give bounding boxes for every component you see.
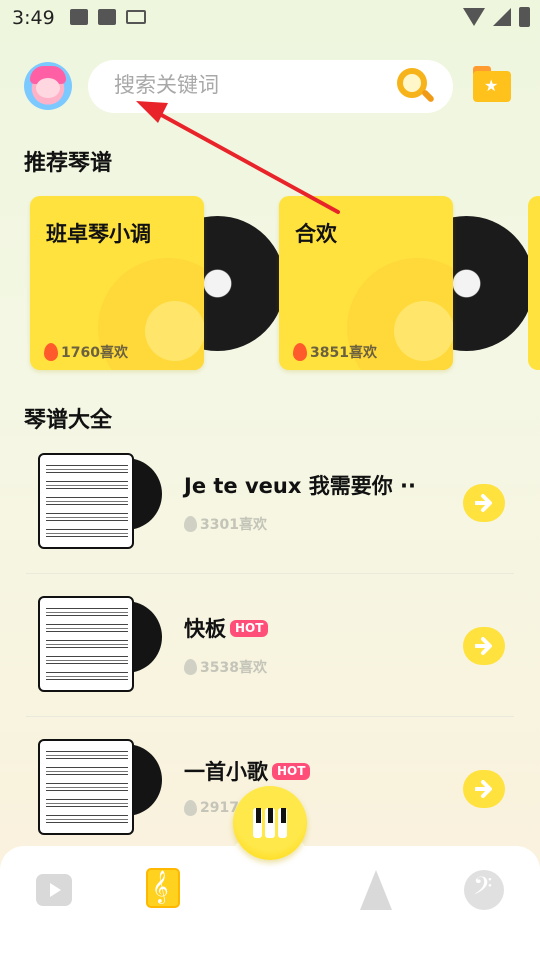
bottom-nav: 𝄞 𝄢 xyxy=(0,826,540,960)
sheet-music-thumbnail xyxy=(38,596,134,692)
card-title: 合欢 xyxy=(295,222,337,246)
recommended-card[interactable]: 班卓琴小调 1760喜欢 xyxy=(30,196,285,372)
hot-badge: HOT xyxy=(272,762,311,780)
recommended-section-title: 推荐琴谱 xyxy=(24,151,113,176)
flame-icon xyxy=(44,343,58,361)
flame-icon xyxy=(293,343,307,361)
battery-icon xyxy=(519,7,530,27)
folder-star-icon[interactable]: ★ xyxy=(473,66,511,102)
score-title-text: Je te veux 我需要你 ·· xyxy=(184,474,416,498)
hot-badge: HOT xyxy=(230,619,269,637)
signal-icon xyxy=(493,8,511,26)
bass-clef-icon[interactable]: 𝄢 xyxy=(464,868,508,912)
recommended-card-peek[interactable] xyxy=(528,196,540,370)
flame-icon xyxy=(184,659,197,675)
flame-icon xyxy=(184,516,197,532)
music-score-book-icon[interactable]: 𝄞 xyxy=(144,868,188,912)
list-item[interactable]: 快板 HOT 3538喜欢 xyxy=(0,583,540,723)
score-title: Je te veux 我需要你 ·· xyxy=(184,470,416,500)
recommended-card[interactable]: 合欢 3851喜欢 xyxy=(279,196,534,372)
score-likes: 3538喜欢 xyxy=(184,657,267,677)
metronome-icon[interactable] xyxy=(356,868,400,912)
arrow-right-icon xyxy=(475,494,492,512)
video-play-icon[interactable] xyxy=(34,868,78,912)
score-title-text: 一首小歌 xyxy=(184,760,268,784)
search-input[interactable] xyxy=(114,73,384,97)
open-score-button[interactable] xyxy=(463,627,505,665)
avatar-face xyxy=(36,78,60,98)
sheet-music-thumbnail xyxy=(38,739,134,835)
list-item[interactable]: Je te veux 我需要你 ·· 3301喜欢 xyxy=(0,440,540,580)
avatar[interactable] xyxy=(24,62,72,110)
card-likes-count: 3851喜欢 xyxy=(310,345,377,361)
card-likes-count: 1760喜欢 xyxy=(61,345,128,361)
arrow-right-icon xyxy=(475,780,492,798)
flame-icon xyxy=(184,800,197,816)
wifi-icon xyxy=(463,8,485,26)
recommended-list: 班卓琴小调 1760喜欢 合欢 3851喜欢 xyxy=(30,196,540,374)
score-likes: 3301喜欢 xyxy=(184,514,267,534)
card-likes: 3851喜欢 xyxy=(293,342,377,362)
score-likes-count: 3538喜欢 xyxy=(200,660,267,676)
divider xyxy=(26,716,514,717)
score-likes: 2917 xyxy=(184,800,239,816)
score-likes-count: 3301喜欢 xyxy=(200,517,267,533)
score-title: 快板 HOT xyxy=(184,613,269,643)
card-title: 班卓琴小调 xyxy=(46,222,151,246)
status-time: 3:49 xyxy=(12,7,55,29)
divider xyxy=(26,573,514,574)
open-score-button[interactable] xyxy=(463,484,505,522)
status-bar: 3:49 xyxy=(0,0,540,36)
card-likes: 1760喜欢 xyxy=(44,342,128,362)
library-section-title: 琴谱大全 xyxy=(24,408,113,433)
piano-keys-icon[interactable] xyxy=(233,786,307,860)
open-score-button[interactable] xyxy=(463,770,505,808)
score-title-text: 快板 xyxy=(184,617,226,641)
sheet-music-thumbnail xyxy=(38,453,134,549)
image-icon xyxy=(70,9,88,25)
search-box[interactable] xyxy=(88,60,453,113)
a-icon xyxy=(98,9,116,25)
keyboard-icon xyxy=(126,10,146,24)
arrow-right-icon xyxy=(475,637,492,655)
search-icon[interactable] xyxy=(397,68,436,106)
score-title: 一首小歌 HOT xyxy=(184,756,311,786)
